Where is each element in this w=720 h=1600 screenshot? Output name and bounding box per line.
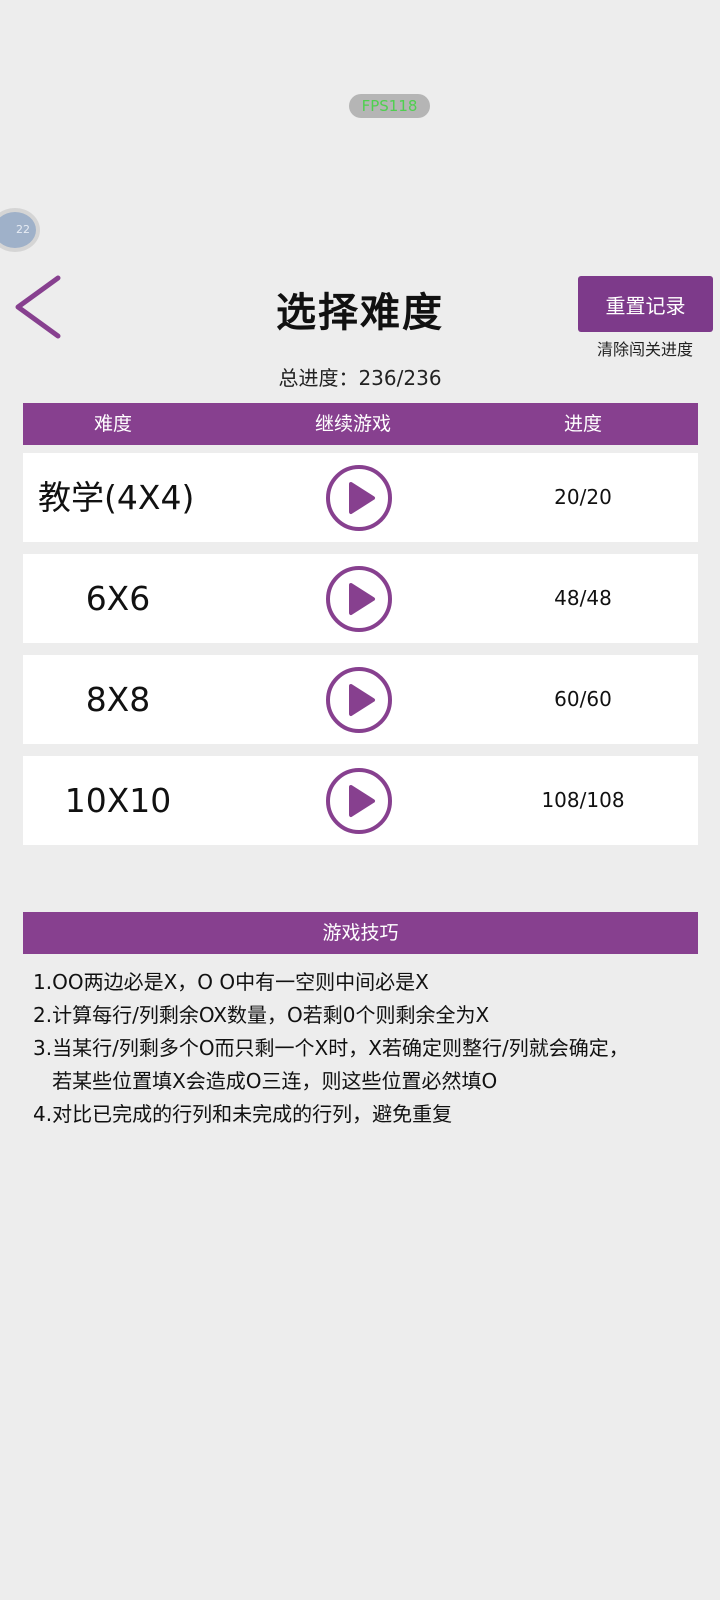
- column-header-continue: 继续游戏: [314, 413, 391, 435]
- column-header-progress: 进度: [563, 413, 602, 435]
- fps-badge: FPS118: [349, 94, 430, 118]
- play-button[interactable]: [325, 464, 393, 532]
- tip-item: 3.当某行/列剩多个O而只剩一个X时，X若确定则整行/列就会确定，: [33, 1036, 629, 1060]
- level-row-6x6: 6X6 48/48: [23, 554, 698, 643]
- tip-item: 2.计算每行/列剩余OX数量，O若剩0个则剩余全为X: [33, 1003, 490, 1027]
- level-name: 教学(4X4): [38, 478, 195, 517]
- tip-item: 4.对比已完成的行列和未完成的行列，避免重复: [33, 1102, 453, 1126]
- level-progress: 20/20: [554, 485, 612, 509]
- play-circle-icon: [326, 768, 392, 834]
- play-circle-icon: [326, 465, 392, 531]
- level-row-8x8: 8X8 60/60: [23, 655, 698, 744]
- column-header-difficulty: 难度: [93, 413, 132, 435]
- floating-ball[interactable]: 22: [0, 208, 40, 252]
- level-progress: 60/60: [554, 687, 612, 711]
- play-circle-icon: [326, 667, 392, 733]
- total-progress: 总进度：236/236: [278, 366, 442, 390]
- level-progress: 48/48: [554, 586, 612, 610]
- table-header: 难度 继续游戏 进度: [23, 403, 698, 445]
- play-button[interactable]: [325, 666, 393, 734]
- level-name: 10X10: [64, 781, 172, 820]
- play-button[interactable]: [325, 565, 393, 633]
- reset-records-button[interactable]: 重置记录: [578, 276, 713, 332]
- tips-header: 游戏技巧: [23, 912, 698, 954]
- level-row-10x10: 10X10 108/108: [23, 756, 698, 845]
- level-name: 8X8: [85, 680, 151, 719]
- level-progress: 108/108: [541, 788, 625, 812]
- reset-hint: 清除闯关进度: [596, 340, 693, 359]
- play-button[interactable]: [325, 767, 393, 835]
- tip-item: 若某些位置填X会造成O三连，则这些位置必然填O: [33, 1069, 498, 1093]
- level-row-4x4: 教学(4X4) 20/20: [23, 453, 698, 542]
- play-circle-icon: [326, 566, 392, 632]
- tip-item: 1.OO两边必是X，O O中有一空则中间必是X: [33, 970, 429, 994]
- level-name: 6X6: [85, 579, 151, 618]
- tips-list: 1.OO两边必是X，O O中有一空则中间必是X 2.计算每行/列剩余OX数量，O…: [23, 958, 698, 1131]
